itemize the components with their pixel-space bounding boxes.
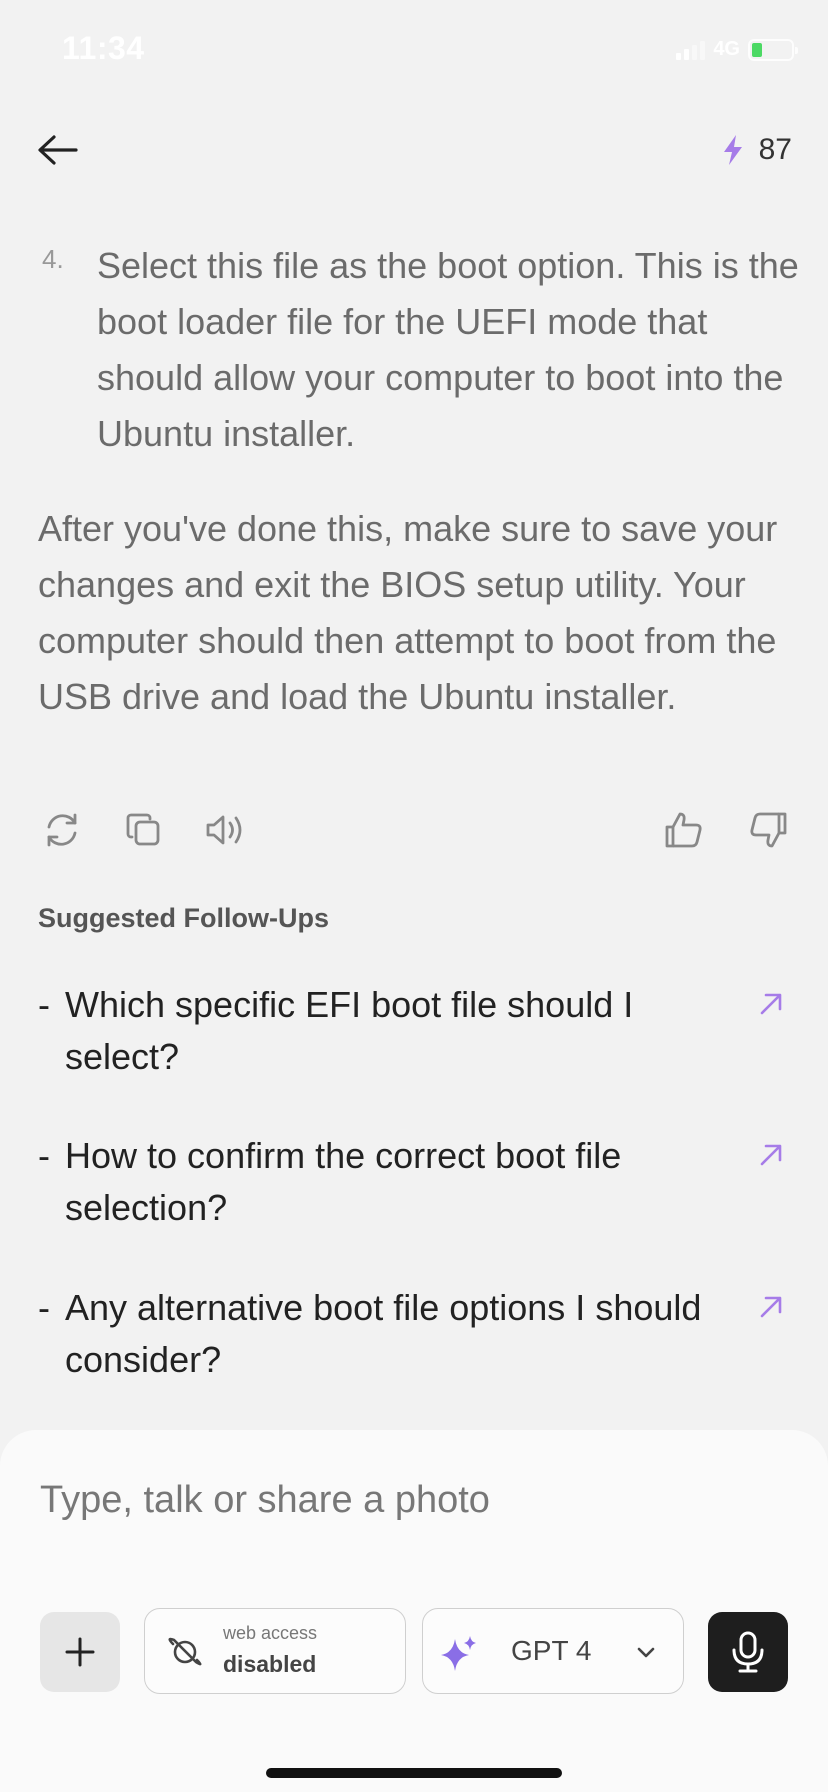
status-bar: 11:34 4G (0, 0, 828, 100)
thumbs-up-icon (665, 812, 702, 848)
followup-dash: - (38, 1287, 50, 1328)
credits-indicator[interactable]: 87 (721, 133, 792, 167)
planet-icon (168, 1637, 202, 1666)
sparkle-icon (441, 1636, 476, 1671)
microphone-icon (732, 1631, 764, 1673)
copy-button[interactable] (122, 808, 166, 852)
followup-text: How to confirm the correct boot file sel… (65, 1135, 622, 1228)
voice-input-button[interactable] (708, 1612, 788, 1692)
web-access-state: disabled (223, 1651, 317, 1677)
message-input[interactable]: Type, talk or share a photo (40, 1470, 780, 1530)
status-indicators: 4G (676, 38, 798, 61)
arrow-left-icon (38, 135, 78, 165)
home-indicator (266, 1768, 562, 1778)
web-access-label: web access (223, 1623, 318, 1643)
arrow-up-right-icon (760, 1144, 782, 1166)
followup-dash: - (38, 984, 50, 1025)
list-item-step-4: 4. Select this file as the boot option. … (40, 238, 800, 462)
credits-value: 87 (758, 133, 792, 166)
followup-dash: - (38, 1135, 50, 1176)
followup-item[interactable]: - Any alternative boot file options I sh… (38, 1282, 788, 1386)
message-paragraph: After you've done this, make sure to sav… (38, 508, 778, 717)
message-actions (0, 808, 828, 852)
composer-panel: Type, talk or share a photo web access d… (0, 1430, 828, 1792)
plus-icon (65, 1637, 95, 1667)
read-aloud-button[interactable] (204, 808, 248, 852)
followup-item[interactable]: - How to confirm the correct boot file s… (38, 1130, 788, 1234)
arrow-up-right-icon (760, 1296, 782, 1318)
thumbs-down-button[interactable] (746, 808, 790, 852)
lightning-bolt-icon (723, 135, 742, 165)
status-time: 11:34 (62, 30, 145, 66)
regenerate-icon (47, 813, 77, 847)
followup-text: Any alternative boot file options I shou… (65, 1287, 702, 1380)
network-label: 4G (713, 38, 740, 60)
add-attachment-button[interactable] (40, 1612, 120, 1692)
model-label: GPT 4 (511, 1635, 592, 1666)
back-button[interactable] (36, 132, 80, 168)
step-text: Select this file as the boot option. Thi… (97, 245, 799, 454)
followup-text: Which specific EFI boot file should I se… (65, 984, 634, 1077)
web-access-toggle[interactable]: web access disabled (144, 1608, 406, 1694)
thumbs-down-icon (750, 812, 787, 848)
thumbs-up-button[interactable] (662, 808, 706, 852)
followup-item[interactable]: - Which specific EFI boot file should I … (38, 979, 788, 1083)
suggested-followups-title: Suggested Follow-Ups (38, 903, 330, 933)
step-number: 4. (42, 244, 64, 274)
regenerate-button[interactable] (40, 808, 84, 852)
copy-icon (126, 813, 160, 846)
chevron-down-icon (637, 1647, 655, 1658)
model-selector[interactable]: GPT 4 (422, 1608, 684, 1694)
battery-icon (748, 38, 798, 61)
signal-icon (676, 40, 706, 60)
arrow-up-right-icon (760, 993, 782, 1015)
speaker-icon (206, 815, 242, 845)
